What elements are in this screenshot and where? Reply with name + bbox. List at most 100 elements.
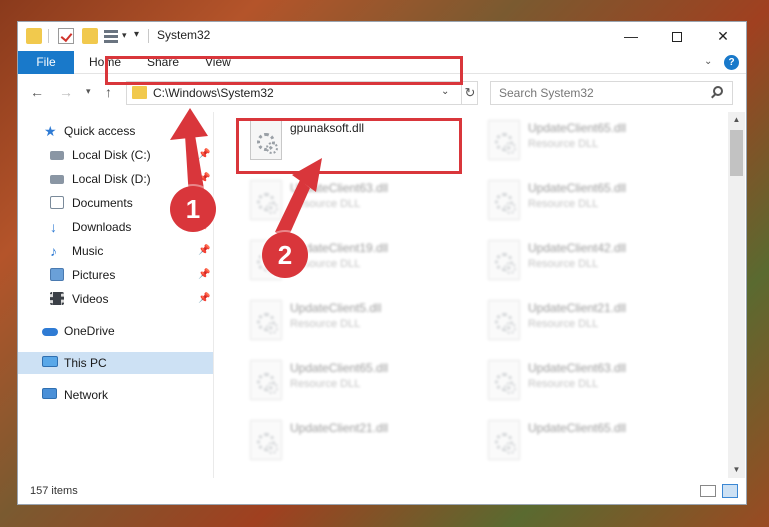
scrollbar-thumb[interactable]	[730, 130, 743, 176]
list-item[interactable]: UpdateClient21.dll	[242, 416, 472, 466]
sidebar-item-label: Network	[64, 388, 109, 402]
title-bar: ▾ ▾ System32 — ✕	[18, 22, 746, 50]
minimize-button[interactable]: —	[608, 22, 654, 50]
sidebar-item-label: Downloads	[72, 220, 132, 234]
folder-icon[interactable]	[26, 28, 42, 44]
scroll-down-icon[interactable]: ▼	[728, 462, 745, 478]
list-item[interactable]: UpdateClient42.dll Resource DLL	[480, 236, 710, 286]
file-name: UpdateClient65.dll	[290, 361, 389, 375]
sidebar-item-videos[interactable]: Videos 📌	[18, 288, 213, 310]
view-options-icon[interactable]	[104, 28, 120, 44]
dll-file-icon	[488, 240, 520, 280]
file-name: UpdateClient65.dll	[528, 121, 627, 135]
sidebar-item-label: Quick access	[64, 124, 136, 138]
file-type: Resource DLL	[290, 318, 361, 330]
file-type: Resource DLL	[290, 198, 361, 210]
drive-icon	[50, 151, 64, 160]
dll-file-icon	[250, 180, 282, 220]
list-item[interactable]: UpdateClient65.dll	[480, 416, 710, 466]
file-name: UpdateClient5.dll	[290, 301, 382, 315]
sidebar-item-local-disk-c[interactable]: Local Disk (C:) 📌	[18, 144, 213, 166]
list-item[interactable]: UpdateClient65.dll Resource DLL	[480, 176, 710, 226]
sidebar-item-label: Documents	[72, 196, 133, 210]
properties-icon[interactable]	[58, 28, 74, 44]
back-button[interactable]: ←	[30, 84, 44, 100]
navigation-pane: ★ Quick access Local Disk (C:) 📌 Local D…	[18, 112, 213, 478]
address-bar-highlight	[105, 56, 463, 85]
list-item[interactable]: UpdateClient65.dll Resource DLL	[242, 356, 472, 406]
search-icon[interactable]	[713, 86, 723, 96]
file-name: UpdateClient21.dll	[290, 421, 389, 435]
sidebar-item-label: Local Disk (C:)	[72, 148, 151, 162]
sidebar-item-onedrive[interactable]: OneDrive	[18, 320, 213, 342]
file-type: Resource DLL	[528, 258, 599, 270]
dll-file-icon	[488, 300, 520, 340]
toolbar-divider	[48, 29, 49, 43]
vertical-scrollbar[interactable]: ▲ ▼	[728, 112, 745, 478]
file-name: UpdateClient65.dll	[528, 181, 627, 195]
drive-icon	[50, 175, 64, 184]
computer-icon	[42, 356, 58, 367]
list-item[interactable]: UpdateClient63.dll Resource DLL	[480, 356, 710, 406]
file-type: Resource DLL	[528, 138, 599, 150]
list-item[interactable]: UpdateClient21.dll Resource DLL	[480, 296, 710, 346]
dll-file-icon	[250, 420, 282, 460]
sidebar-item-this-pc[interactable]: This PC	[18, 352, 213, 374]
file-name: UpdateClient42.dll	[528, 241, 627, 255]
maximize-icon	[672, 32, 682, 43]
file-type: Resource DLL	[528, 198, 599, 210]
new-folder-icon[interactable]	[82, 28, 98, 44]
search-placeholder: Search System32	[499, 86, 594, 100]
details-view-icon[interactable]	[700, 485, 716, 497]
list-item[interactable]: UpdateClient63.dll Resource DLL	[242, 176, 472, 226]
forward-button[interactable]: →	[59, 84, 73, 100]
file-type: Resource DLL	[290, 378, 361, 390]
file-name: UpdateClient63.dll	[528, 361, 627, 375]
large-icons-view-icon[interactable]	[722, 484, 738, 498]
file-type: Resource DLL	[528, 378, 599, 390]
file-explorer-window: ▾ ▾ System32 — ✕ File Home Share View ⌄ …	[17, 21, 747, 505]
file-name: UpdateClient65.dll	[528, 421, 627, 435]
sidebar-item-quick-access[interactable]: ★ Quick access	[18, 120, 213, 142]
expand-ribbon-icon[interactable]: ⌄	[704, 56, 712, 67]
up-button[interactable]: ↑	[105, 84, 112, 100]
step-2-marker: 2	[262, 232, 308, 278]
music-icon: ♪	[50, 243, 57, 259]
file-highlight	[236, 118, 462, 174]
pictures-icon	[50, 268, 64, 281]
dll-file-icon	[488, 180, 520, 220]
close-button[interactable]: ✕	[700, 22, 746, 50]
address-path[interactable]: C:\Windows\System32	[153, 86, 274, 100]
pin-icon: 📌	[198, 269, 211, 280]
sidebar-item-pictures[interactable]: Pictures 📌	[18, 264, 213, 286]
pin-icon: 📌	[198, 149, 211, 160]
recent-locations-button[interactable]: ▾	[86, 86, 91, 97]
list-item[interactable]: UpdateClient5.dll Resource DLL	[242, 296, 472, 346]
customize-toolbar-icon[interactable]: ▾	[134, 29, 139, 40]
scroll-up-icon[interactable]: ▲	[728, 112, 745, 128]
sidebar-item-music[interactable]: ♪ Music 📌	[18, 240, 213, 262]
refresh-button[interactable]: ↻	[461, 82, 478, 104]
view-options-dropdown-icon[interactable]: ▾	[122, 30, 127, 41]
maximize-button[interactable]	[654, 22, 700, 50]
dll-file-icon	[250, 360, 282, 400]
cloud-icon	[42, 328, 58, 336]
item-count: 157 items	[30, 485, 78, 497]
dll-file-icon	[488, 120, 520, 160]
window-title: System32	[157, 28, 211, 42]
address-dropdown-icon[interactable]: ⌄	[441, 86, 449, 97]
dll-file-icon	[488, 420, 520, 460]
file-name: UpdateClient21.dll	[528, 301, 627, 315]
step-1-marker: 1	[170, 186, 216, 232]
list-item[interactable]: UpdateClient65.dll Resource DLL	[480, 116, 710, 166]
dll-file-icon	[250, 300, 282, 340]
sidebar-item-label: Music	[72, 244, 104, 258]
search-input[interactable]: Search System32	[490, 81, 733, 105]
sidebar-item-network[interactable]: Network	[18, 384, 213, 406]
sidebar-item-label: OneDrive	[64, 324, 115, 338]
sidebar-item-label: Pictures	[72, 268, 116, 282]
sidebar-item-label: Local Disk (D:)	[72, 172, 151, 186]
tab-file[interactable]: File	[18, 51, 74, 74]
help-icon[interactable]: ?	[724, 55, 739, 70]
file-name: UpdateClient63.dll	[290, 181, 389, 195]
